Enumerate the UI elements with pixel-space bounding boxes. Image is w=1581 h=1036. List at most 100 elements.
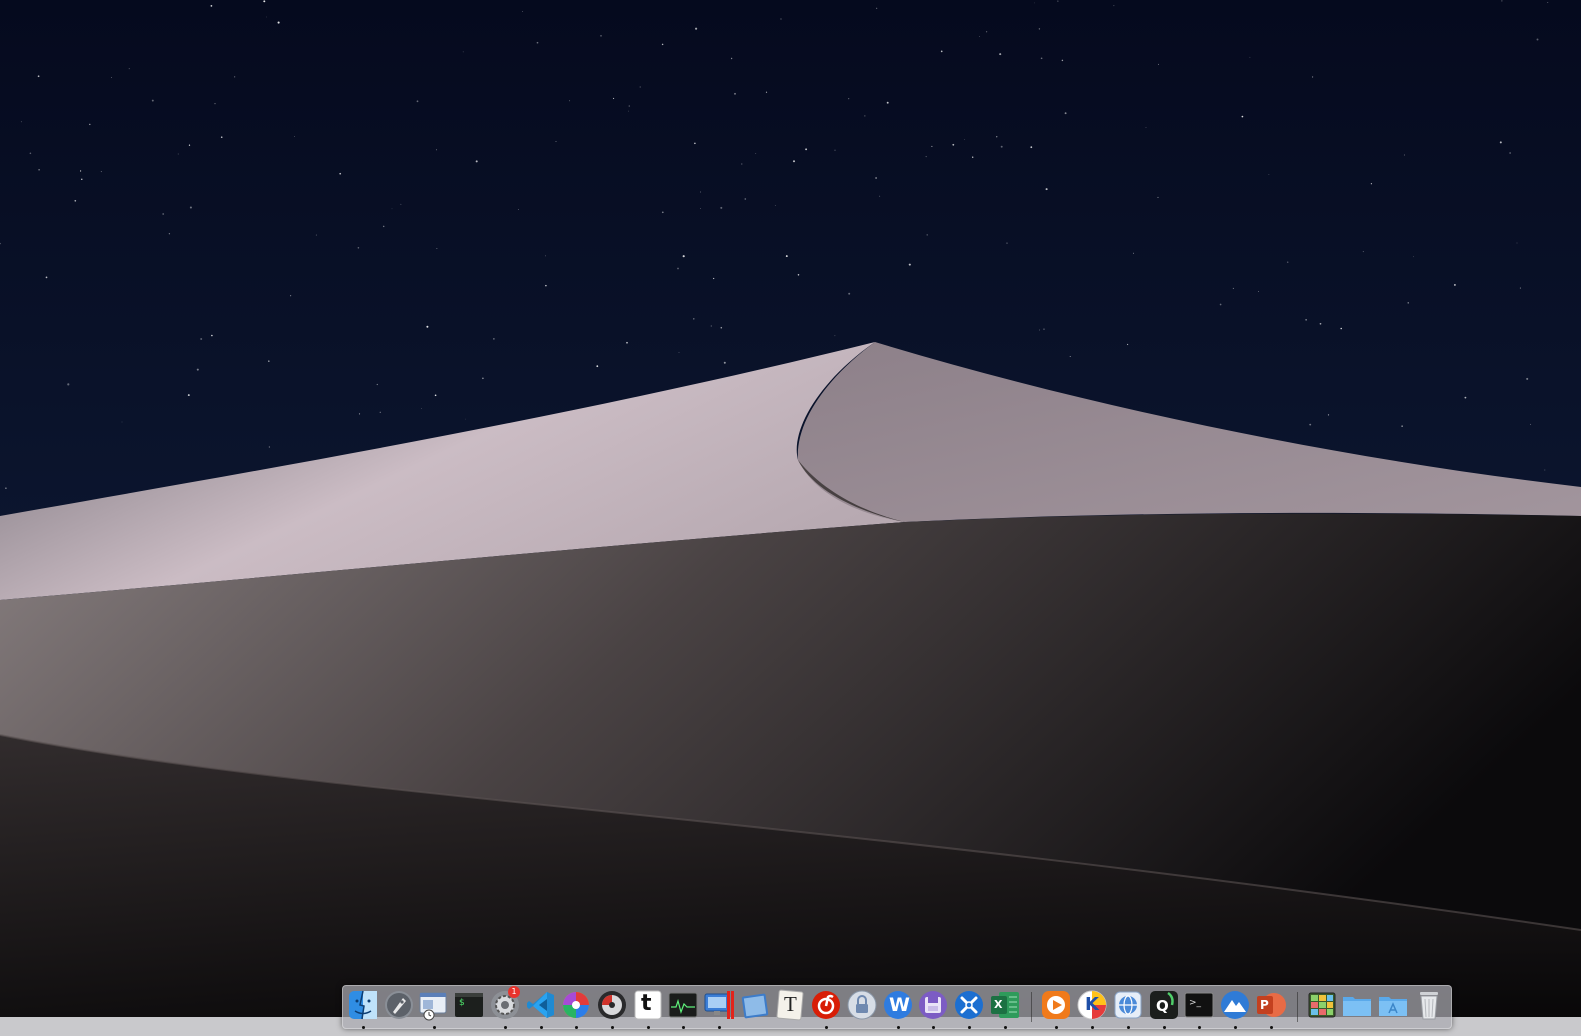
star xyxy=(1526,377,1529,380)
running-indicator xyxy=(433,1026,436,1029)
star xyxy=(1453,283,1456,286)
star xyxy=(1232,287,1234,289)
star xyxy=(1043,328,1045,330)
star xyxy=(1536,38,1539,41)
star xyxy=(805,148,808,151)
text-editor-letter: T xyxy=(784,992,797,1016)
star xyxy=(475,160,478,163)
folder-icon[interactable] xyxy=(1341,989,1373,1021)
xmind-icon[interactable] xyxy=(953,989,985,1029)
running-indicator xyxy=(611,1026,614,1029)
star xyxy=(1000,145,1003,148)
k-app-icon[interactable]: K xyxy=(1076,989,1108,1029)
star xyxy=(315,234,317,236)
star xyxy=(720,326,723,329)
star xyxy=(1061,59,1064,62)
star xyxy=(1501,0,1503,2)
star xyxy=(5,487,7,490)
star xyxy=(926,234,928,236)
media-player-icon[interactable] xyxy=(1040,989,1072,1029)
star xyxy=(1069,356,1071,358)
disk-utility-icon[interactable] xyxy=(596,989,628,1029)
star xyxy=(700,208,701,209)
star xyxy=(391,208,393,210)
running-indicator xyxy=(504,1026,507,1029)
star xyxy=(780,18,782,20)
star xyxy=(189,206,192,209)
notebook-icon[interactable] xyxy=(739,989,771,1021)
star xyxy=(151,99,154,102)
mountain-icon[interactable] xyxy=(1219,989,1251,1029)
star xyxy=(1057,0,1059,2)
lock-icon[interactable] xyxy=(846,989,878,1021)
star xyxy=(964,139,966,140)
star xyxy=(358,413,361,415)
typora-icon[interactable]: t xyxy=(632,989,664,1029)
star xyxy=(1309,423,1312,426)
powerpoint-letter: P xyxy=(1260,998,1269,1012)
star xyxy=(940,50,943,53)
text-editor-icon[interactable]: T xyxy=(774,989,806,1021)
star xyxy=(1145,127,1147,128)
star xyxy=(290,295,292,297)
trash-icon[interactable] xyxy=(1413,989,1445,1021)
grid-stack-icon[interactable] xyxy=(1306,989,1338,1021)
activity-monitor-icon[interactable] xyxy=(667,989,699,1029)
running-indicator xyxy=(718,1026,721,1029)
running-indicator xyxy=(897,1026,900,1029)
running-indicator xyxy=(1055,1026,1058,1029)
star xyxy=(38,168,40,171)
terminal-script-icon[interactable]: $ xyxy=(453,989,485,1021)
star xyxy=(713,277,715,280)
star xyxy=(67,383,70,386)
powerpoint-icon[interactable]: P xyxy=(1255,989,1287,1029)
star xyxy=(1407,302,1409,304)
running-indicator xyxy=(968,1026,971,1029)
star xyxy=(875,177,878,179)
star xyxy=(1327,414,1330,416)
star xyxy=(864,115,866,117)
system-preferences-icon[interactable]: 1 xyxy=(489,986,521,1029)
star xyxy=(426,325,429,328)
screen-recorder-icon[interactable] xyxy=(703,989,735,1029)
color-wheel-icon[interactable] xyxy=(560,989,592,1029)
star xyxy=(1370,183,1373,185)
star xyxy=(168,233,171,235)
star xyxy=(678,352,680,353)
running-indicator xyxy=(682,1026,685,1029)
window-manager-icon[interactable] xyxy=(418,989,450,1029)
star xyxy=(545,284,547,287)
star xyxy=(734,92,736,95)
star xyxy=(1006,242,1008,244)
applications-folder-icon[interactable] xyxy=(1377,989,1409,1021)
floppy-icon[interactable] xyxy=(917,989,949,1029)
netease-music-icon[interactable] xyxy=(810,989,842,1029)
launchpad-icon[interactable] xyxy=(383,989,415,1021)
terminal-icon[interactable]: >_ xyxy=(1183,989,1215,1029)
network-globe-icon[interactable] xyxy=(1112,989,1144,1029)
excel-icon[interactable]: X xyxy=(989,989,1021,1029)
star xyxy=(879,195,881,197)
star xyxy=(774,205,776,206)
star xyxy=(792,160,796,163)
star xyxy=(744,198,747,200)
running-indicator xyxy=(540,1026,543,1029)
star xyxy=(1040,57,1043,60)
running-indicator xyxy=(1270,1026,1273,1029)
star xyxy=(1340,327,1342,330)
v2ray-letter: Q xyxy=(1156,997,1169,1015)
vscode-icon[interactable] xyxy=(525,989,557,1029)
star xyxy=(661,43,664,46)
star xyxy=(211,334,213,337)
word-icon[interactable]: W xyxy=(882,989,914,1029)
star xyxy=(1305,319,1307,321)
v2ray-icon[interactable]: Q xyxy=(1148,989,1180,1029)
star xyxy=(1034,2,1035,4)
star xyxy=(972,156,974,158)
running-indicator xyxy=(1234,1026,1237,1029)
typora-letter: t xyxy=(641,991,652,1016)
star xyxy=(1464,396,1467,399)
star xyxy=(848,98,850,100)
finder-icon[interactable] xyxy=(347,989,379,1029)
star xyxy=(74,199,77,202)
